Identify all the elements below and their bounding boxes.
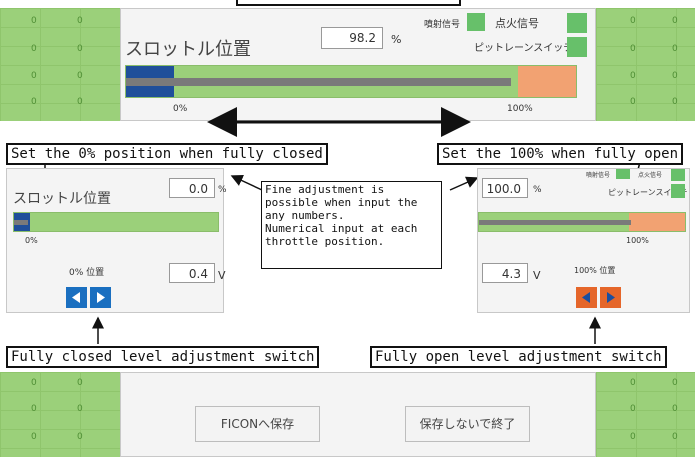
grid-cell: 0 <box>630 432 636 442</box>
fine-adjustment-note: Fine adjustment is possible when input t… <box>261 181 442 269</box>
open-voltage-unit: V <box>533 269 541 282</box>
open-position-label: 100% 位置 <box>574 266 616 275</box>
bottom-left-grid <box>0 372 120 457</box>
grid-cell: 0 <box>630 378 636 388</box>
open-decrease-button[interactable] <box>576 287 597 308</box>
grid-cell: 0 <box>672 404 678 414</box>
grid-cell: 0 <box>31 404 37 414</box>
save-to-ficon-button[interactable]: FICONへ保存 <box>195 406 320 442</box>
grid-cell: 0 <box>672 432 678 442</box>
closed-bar-level <box>14 220 28 225</box>
grid-cell: 0 <box>672 378 678 388</box>
exit-without-save-button[interactable]: 保存しないで終了 <box>405 406 530 442</box>
set-hundred-callout: Set the 100% when fully open <box>437 143 684 165</box>
open-position-panel: 100.0 % 噴射信号 点火信号 ピットレーンスイッチ 100% 4.3 V … <box>477 168 690 313</box>
open-increase-button[interactable] <box>600 287 621 308</box>
open-ignition-label: 点火信号 <box>638 172 663 179</box>
open-bar-max-marker <box>629 213 685 231</box>
open-scale-max: 100% <box>626 236 649 245</box>
note-line: any numbers. <box>265 209 345 222</box>
grid-cell: 0 <box>77 378 83 388</box>
closed-switch-callout: Fully closed level adjustment switch <box>6 346 320 368</box>
closed-voltage-unit: V <box>218 269 226 282</box>
open-injection-label: 噴射信号 <box>586 172 611 179</box>
grid-cell: 0 <box>77 404 83 414</box>
grid-cell: 0 <box>77 432 83 442</box>
grid-cell: 0 <box>630 404 636 414</box>
note-line: Numerical input at each <box>265 222 418 235</box>
open-injection-indicator <box>616 169 630 179</box>
open-value-input[interactable]: 100.0 <box>482 178 528 198</box>
closed-throttle-bar <box>13 212 219 232</box>
open-voltage-input[interactable]: 4.3 <box>482 263 528 283</box>
closed-increase-button[interactable] <box>90 287 111 308</box>
set-zero-callout: Set the 0% position when fully closed <box>6 143 328 165</box>
note-line: possible when input the <box>265 196 418 209</box>
bottom-right-grid <box>596 372 695 457</box>
grid-cell: 0 <box>31 432 37 442</box>
closed-decrease-button[interactable] <box>66 287 87 308</box>
grid-cell: 0 <box>31 378 37 388</box>
closed-value-input[interactable]: 0.0 <box>169 178 215 198</box>
closed-scale-min: 0% <box>25 236 38 245</box>
closed-position-panel: スロットル位置 0.0 % 0% 0% 位置 0.4 V <box>6 168 227 313</box>
bottom-action-panel: FICONへ保存 保存しないで終了 <box>120 372 596 457</box>
open-bar-level <box>479 220 631 225</box>
open-throttle-bar <box>478 212 686 232</box>
closed-position-label: 0% 位置 <box>69 268 105 278</box>
open-pit-lane-indicator <box>671 184 685 198</box>
closed-voltage-input[interactable]: 0.4 <box>169 263 215 283</box>
open-switch-callout: Fully open level adjustment switch <box>370 346 667 368</box>
open-ignition-indicator <box>671 169 685 181</box>
closed-panel-title: スロットル位置 <box>13 191 111 207</box>
closed-value-unit: % <box>218 185 227 195</box>
open-value-unit: % <box>533 185 542 195</box>
note-line: throttle position. <box>265 235 385 248</box>
note-line: Fine adjustment is <box>265 183 385 196</box>
